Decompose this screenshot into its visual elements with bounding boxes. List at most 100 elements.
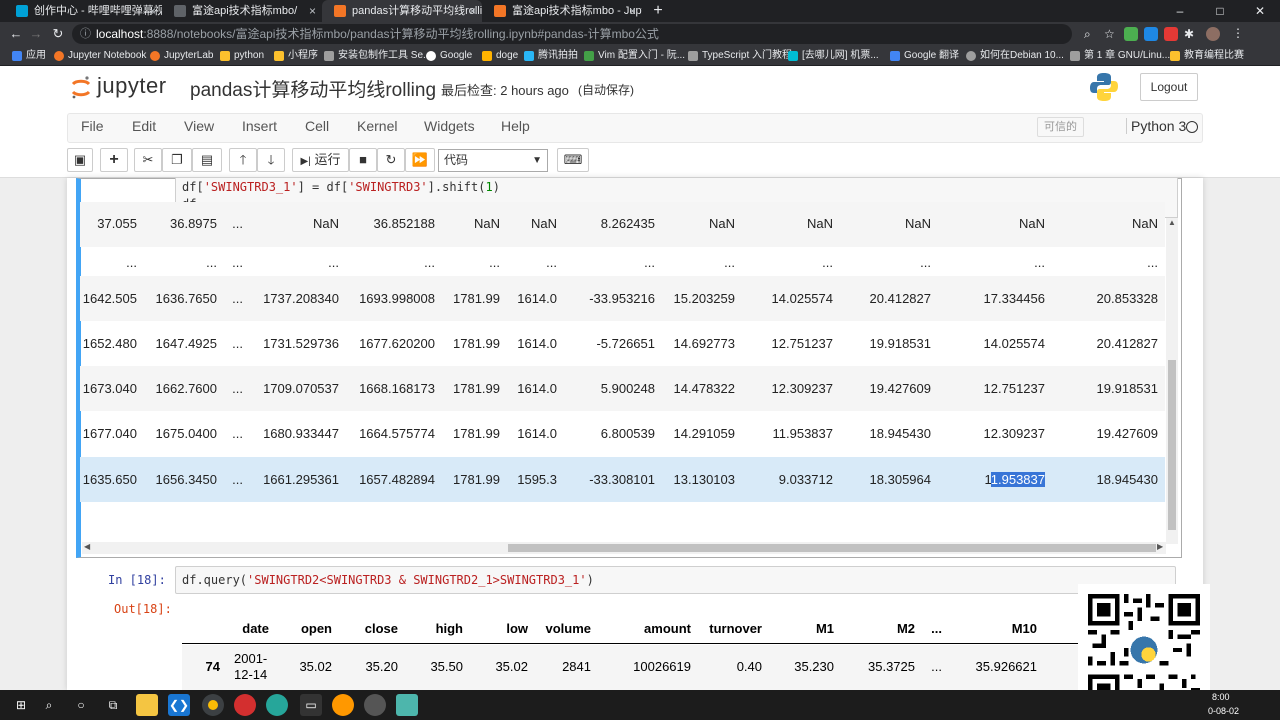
table-cell: 2841 [562, 659, 591, 674]
bookmark-vim[interactable]: Vim 配置入门 - 阮... [584, 46, 685, 66]
restart-button[interactable]: ↻ [377, 148, 405, 172]
search-icon[interactable]: ⌕ [38, 694, 60, 716]
menu-file[interactable]: File [81, 118, 104, 134]
vscode-icon[interactable]: ❮❯ [168, 694, 190, 716]
run-button[interactable]: ▶| 运行 [292, 148, 349, 172]
clock-date[interactable]: 0-08-02 [1208, 706, 1239, 716]
bookmark-typescript[interactable]: TypeScript 入门教程 [688, 46, 792, 66]
zoom-icon[interactable]: ⌕ [1084, 27, 1098, 41]
close-icon[interactable]: × [149, 0, 156, 22]
scroll-up-icon[interactable]: ▲ [1168, 218, 1176, 227]
close-icon[interactable]: × [309, 0, 316, 22]
move-down-button[interactable]: 🡓 [257, 148, 285, 172]
jupyter-logo-icon[interactable] [71, 75, 91, 101]
menu-help[interactable]: Help [501, 118, 530, 134]
extensions-puzzle-icon[interactable]: ✱ [1184, 27, 1198, 41]
menu-bar [67, 113, 1203, 143]
new-tab-button[interactable]: + [650, 0, 666, 22]
insert-cell-button[interactable]: + [100, 148, 128, 172]
scroll-left-icon[interactable]: ◀ [84, 542, 90, 551]
menu-view[interactable]: View [184, 118, 214, 134]
bookmark-miniprogram[interactable]: 小程序 [274, 46, 318, 66]
bookmark-doge[interactable]: doge [482, 46, 518, 66]
horizontal-scrollbar-thumb[interactable] [508, 544, 1156, 552]
maximize-button[interactable]: □ [1200, 0, 1240, 22]
app-icon[interactable] [266, 694, 288, 716]
extension-icon[interactable] [1124, 27, 1138, 41]
bookmark-apps[interactable]: 应用 [12, 46, 46, 66]
menu-icon[interactable]: ⋮ [1232, 26, 1246, 40]
restart-run-all-button[interactable]: ⏩ [405, 148, 435, 172]
bookmark-google[interactable]: Google [426, 46, 472, 66]
code-line: df.query('SWINGTRD2<SWINGTRD3 & SWINGTRD… [182, 573, 594, 587]
browser-tab-3[interactable]: pandas计算移动平均线rolling × [322, 0, 482, 22]
browser-tab-2[interactable]: 富途api技术指标mbo/ × [162, 0, 322, 22]
profile-avatar[interactable] [1206, 27, 1220, 41]
bookmark-google-translate[interactable]: Google 翻译 [890, 46, 959, 66]
menu-insert[interactable]: Insert [242, 118, 277, 134]
url-path: :8888/notebooks/富途api技术指标mbo/pandas计算移动平… [143, 27, 659, 41]
bookmark-qunar[interactable]: [去哪儿网] 机票... [788, 46, 879, 66]
reload-icon[interactable]: ↻ [48, 24, 68, 44]
menu-cell[interactable]: Cell [305, 118, 329, 134]
app-icon[interactable] [396, 694, 418, 716]
bookmark-installer[interactable]: 安装包制作工具 Se... [324, 46, 431, 66]
tab-title: 富途api技术指标mbo/ [192, 5, 298, 17]
copy-button[interactable]: ❐ [162, 148, 192, 172]
chrome-icon[interactable] [202, 694, 224, 716]
table-cell: 19.918531 [1096, 381, 1158, 396]
command-palette-button[interactable]: ⌨ [557, 148, 589, 172]
paste-button[interactable]: ▤ [192, 148, 222, 172]
window-close-button[interactable]: ✕ [1240, 0, 1280, 22]
close-icon[interactable]: × [469, 0, 476, 22]
bookmark-python[interactable]: python [220, 46, 264, 66]
close-icon[interactable]: × [629, 0, 636, 22]
scroll-right-icon[interactable]: ▶ [1157, 542, 1163, 551]
vertical-scrollbar-thumb[interactable] [1168, 360, 1176, 530]
table-cell: NaN [1131, 216, 1158, 231]
bookmark-tencent[interactable]: 腾讯拍拍 [524, 46, 578, 66]
app-icon[interactable] [364, 694, 386, 716]
back-icon[interactable]: ← [6, 24, 26, 44]
menu-widgets[interactable]: Widgets [424, 118, 475, 134]
clock-time[interactable]: 8:00 [1212, 692, 1230, 702]
file-explorer-icon[interactable] [136, 694, 158, 716]
task-view-icon[interactable]: ⧉ [102, 694, 124, 716]
bookmark-jupyterlab[interactable]: JupyterLab [150, 46, 213, 66]
extension-icon[interactable] [1164, 27, 1178, 41]
trusted-indicator[interactable]: 可信的 [1037, 117, 1084, 137]
cell-type-select[interactable]: 代码 ▼ [438, 149, 548, 172]
browser-tab-4[interactable]: 富途api技术指标mbo - Jupyter × [482, 0, 642, 22]
browser-tab-1[interactable]: 创作中心 - 哔哩哔哩弹幕视频网 × [4, 0, 162, 22]
app-icon[interactable] [234, 694, 256, 716]
interrupt-button[interactable]: ■ [349, 148, 377, 172]
terminal-icon[interactable]: ▭ [300, 694, 322, 716]
logout-button[interactable]: Logout [1140, 73, 1198, 101]
url-input[interactable]: ⓘ localhost:8888/notebooks/富途api技术指标mbo/… [72, 24, 1072, 44]
page-icon [688, 51, 698, 61]
bookmark-edu[interactable]: 教育编程比赛 [1170, 46, 1244, 66]
menu-edit[interactable]: Edit [132, 118, 156, 134]
notebook-title[interactable]: pandas计算移动平均线rolling [190, 75, 436, 102]
bookmark-gnu-linux[interactable]: 第 1 章 GNU/Linu... [1070, 46, 1170, 66]
extension-icon[interactable] [1144, 27, 1158, 41]
menu-kernel[interactable]: Kernel [357, 118, 397, 134]
cortana-icon[interactable]: ○ [70, 694, 92, 716]
output-prompt: Out[18]: [114, 602, 172, 616]
column-header: M10 [1011, 621, 1037, 636]
table-cell: 20.853328 [1096, 291, 1158, 306]
date-cell-line1: 2001- [234, 651, 268, 666]
move-up-button[interactable]: 🡑 [229, 148, 257, 172]
star-icon[interactable]: ☆ [1104, 27, 1118, 41]
folder-icon [220, 51, 230, 61]
cut-button[interactable]: ✂ [134, 148, 162, 172]
bookmark-debian[interactable]: 如何在Debian 10... [966, 46, 1064, 66]
bookmark-jupyter-notebook[interactable]: Jupyter Notebook [54, 46, 146, 66]
minimize-button[interactable]: – [1160, 0, 1200, 22]
forward-icon[interactable]: → [26, 24, 46, 44]
jupyter-logo-text[interactable]: jupyter [97, 73, 167, 99]
chevron-down-icon: ▼ [532, 155, 542, 166]
app-icon[interactable] [332, 694, 354, 716]
save-button[interactable]: ▣ [67, 148, 93, 172]
windows-start-icon[interactable]: ⊞ [10, 694, 32, 716]
